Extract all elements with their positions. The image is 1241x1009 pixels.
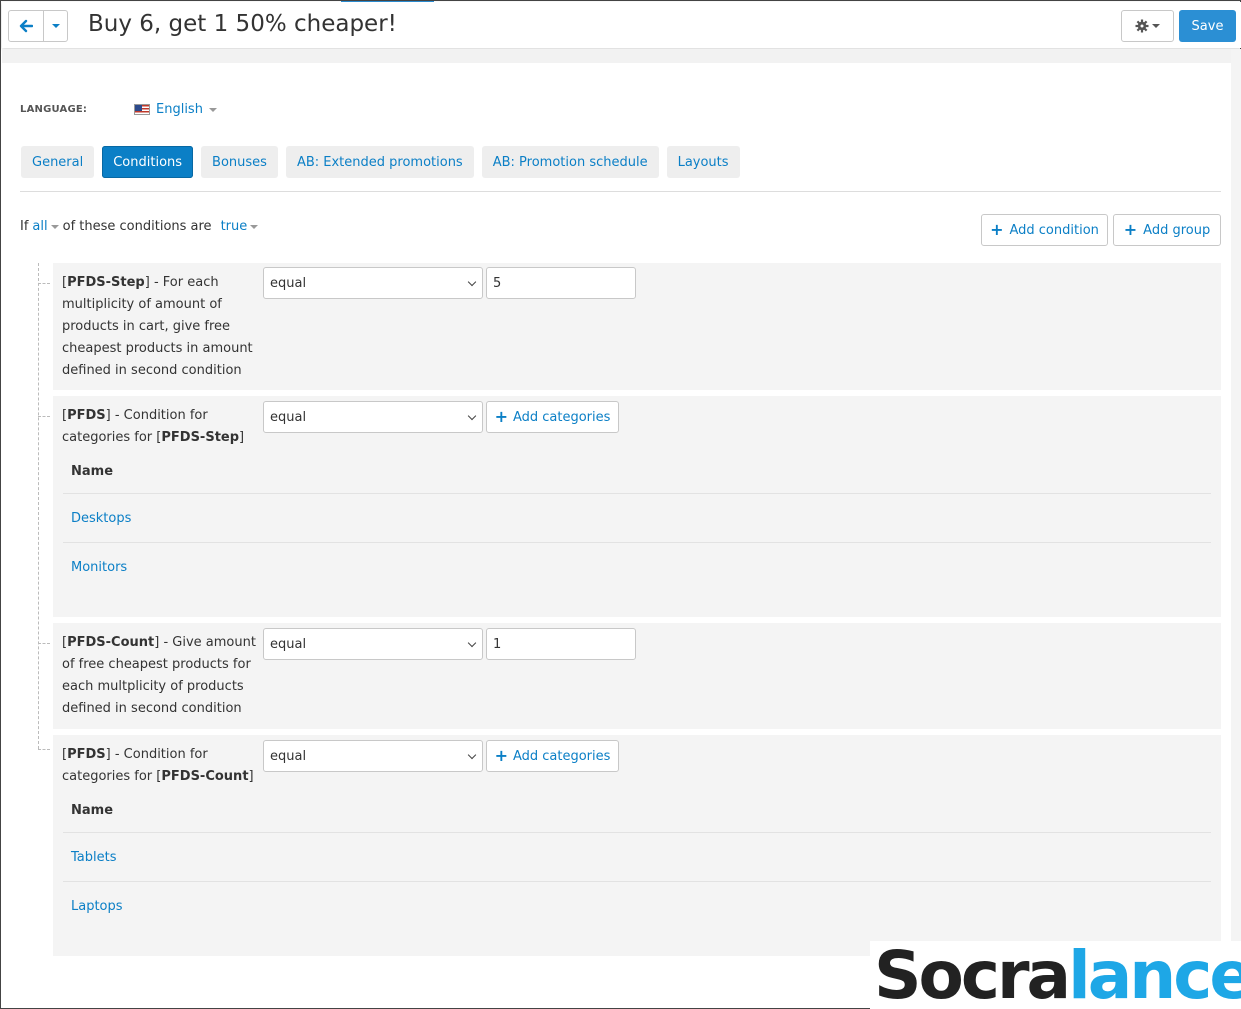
gear-icon: [1135, 19, 1149, 33]
if-text: If: [20, 219, 29, 234]
tree-branch: [38, 283, 50, 284]
condition-pfds-categories-step: [PFDS] - Condition for categories for [P…: [53, 396, 1221, 617]
table-row[interactable]: Monitors: [63, 543, 1211, 592]
condition-description: [PFDS-Count] - Give amount of free cheap…: [62, 635, 256, 716]
all-any-selector[interactable]: all: [32, 219, 59, 234]
settings-button[interactable]: [1121, 10, 1174, 42]
tab-general[interactable]: General: [21, 146, 95, 178]
tab-bonuses[interactable]: Bonuses: [201, 146, 278, 178]
add-group-button[interactable]: + Add group: [1113, 214, 1221, 246]
plus-icon: +: [494, 746, 508, 765]
tab-layouts[interactable]: Layouts: [666, 146, 740, 178]
operator-value: equal: [270, 275, 307, 291]
plus-icon: +: [990, 220, 1004, 239]
chevron-down-icon: [250, 224, 259, 229]
plus-icon: +: [494, 407, 508, 426]
all-value: all: [32, 219, 48, 234]
us-flag-icon: [134, 104, 150, 115]
chevron-down-icon: [467, 750, 477, 760]
condition-code: PFDS-Step: [67, 275, 145, 290]
back-button[interactable]: [9, 11, 43, 41]
true-false-selector[interactable]: true: [221, 219, 259, 234]
categories-table: Name Tablets Laptops: [63, 789, 1211, 931]
add-categories-button[interactable]: + Add categories: [486, 740, 619, 772]
language-value: English: [156, 102, 203, 117]
condition-ref: PFDS-Count: [161, 769, 249, 784]
navigation-group: [8, 10, 68, 42]
page-header: Buy 6, get 1 50% cheaper! Save: [2, 2, 1241, 48]
condition-pfds-count: [PFDS-Count] - Give amount of free cheap…: [53, 623, 1221, 729]
chevron-down-icon: [467, 411, 477, 421]
true-value: true: [220, 219, 248, 234]
condition-description: [PFDS-Step] - For each multiplicity of a…: [62, 275, 253, 378]
add-condition-label: Add condition: [1009, 222, 1099, 238]
chevron-down-icon: [467, 638, 477, 648]
condition-text: - For each multiplicity of amount of pro…: [62, 275, 253, 378]
condition-pfds-step: [PFDS-Step] - For each multiplicity of a…: [53, 263, 1221, 390]
plus-icon: +: [1123, 220, 1138, 239]
table-header-name: Name: [63, 789, 1211, 833]
table-header-name: Name: [63, 450, 1211, 494]
value-input[interactable]: 5: [486, 267, 636, 299]
tab-bar: General Conditions Bonuses AB: Extended …: [21, 146, 740, 178]
tabs-divider: [20, 191, 1221, 192]
operator-select[interactable]: equal: [263, 267, 483, 299]
history-dropdown-button[interactable]: [43, 11, 67, 41]
condition-description: [PFDS] - Condition for categories for [P…: [62, 408, 245, 445]
add-condition-button[interactable]: + Add condition: [981, 214, 1108, 246]
add-categories-button[interactable]: + Add categories: [486, 401, 619, 433]
add-group-label: Add group: [1143, 222, 1211, 238]
operator-value: equal: [270, 748, 307, 764]
condition-description: [PFDS] - Condition for categories for [P…: [62, 747, 254, 784]
table-row[interactable]: Laptops: [63, 882, 1211, 931]
save-button[interactable]: Save: [1179, 10, 1236, 42]
condition-ref: PFDS-Step: [161, 430, 240, 445]
language-selector[interactable]: English: [134, 102, 217, 117]
page-title: Buy 6, get 1 50% cheaper!: [88, 11, 397, 37]
app-window: Buy 6, get 1 50% cheaper! Save LANGUAGE:…: [0, 0, 1241, 1009]
watermark-part2: lance: [1068, 937, 1241, 1009]
add-categories-label: Add categories: [512, 409, 611, 425]
condition-code: PFDS-Count: [67, 635, 155, 650]
add-categories-label: Add categories: [512, 748, 611, 764]
condition-code: PFDS: [67, 747, 106, 762]
operator-value: equal: [270, 636, 307, 652]
tree-branch: [38, 749, 50, 750]
condition-code: PFDS: [67, 408, 106, 423]
of-these-text: of these conditions are: [62, 219, 212, 234]
condition-pfds-categories-count: [PFDS] - Condition for categories for [P…: [53, 735, 1221, 956]
table-row[interactable]: Tablets: [63, 833, 1211, 882]
tree-branch: [38, 416, 50, 417]
value-input[interactable]: 1: [486, 628, 636, 660]
scrollbar-track[interactable]: [1231, 49, 1241, 1009]
conditions-set-statement: If all of these conditions are true: [20, 219, 259, 234]
header-divider: [2, 49, 1241, 63]
chevron-down-icon: [50, 224, 59, 229]
tab-promotion-schedule[interactable]: AB: Promotion schedule: [481, 146, 659, 178]
operator-value: equal: [270, 409, 307, 425]
watermark-part1: Socra: [874, 937, 1071, 1009]
tab-extended-promotions[interactable]: AB: Extended promotions: [285, 146, 474, 178]
table-row[interactable]: Desktops: [63, 494, 1211, 543]
arrow-left-icon: [19, 19, 33, 33]
operator-select[interactable]: equal: [263, 628, 483, 660]
operator-select[interactable]: equal: [263, 740, 483, 772]
tree-connector: [38, 263, 39, 749]
language-label: LANGUAGE:: [20, 104, 88, 115]
tree-branch: [38, 643, 50, 644]
watermark-logo: Socralance: [870, 941, 1241, 1009]
tab-conditions[interactable]: Conditions: [102, 146, 194, 178]
operator-select[interactable]: equal: [263, 401, 483, 433]
chevron-down-icon: [208, 107, 217, 112]
chevron-down-icon: [1152, 24, 1160, 28]
categories-table: Name Desktops Monitors: [63, 450, 1211, 592]
chevron-down-icon: [51, 24, 60, 28]
chevron-down-icon: [467, 277, 477, 287]
